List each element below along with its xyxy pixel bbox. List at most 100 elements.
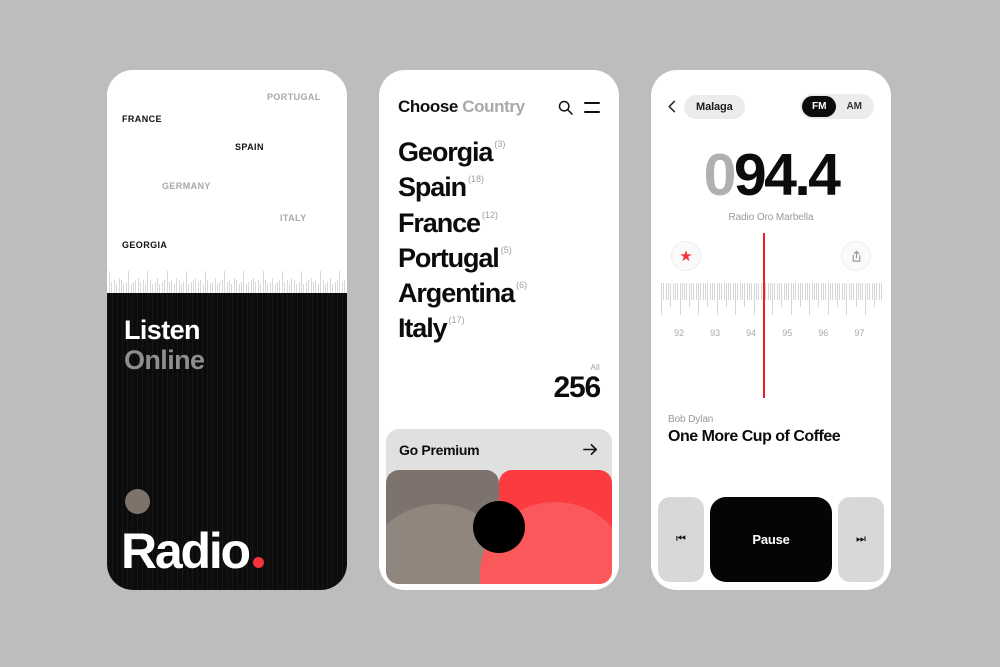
band-toggle[interactable]: FM AM [799,94,874,119]
chevron-left-icon[interactable] [665,99,680,114]
ruler-tick [315,280,317,293]
ruler-tick [125,282,127,293]
country-row[interactable]: Georgia (3) [398,135,600,169]
dial-labels: 92 93 94 95 96 97 [651,328,891,342]
tuner-needle[interactable] [762,233,765,398]
ruler-tick [229,280,230,293]
play-pause-button[interactable]: Pause [710,497,832,582]
ruler-tick [267,284,269,293]
dial-tick [878,283,880,300]
now-playing: Bob Dylan One More Cup of Coffee [651,414,891,446]
dial-label: 93 [710,328,721,338]
ruler-tick [274,284,276,293]
ruler-tick [272,278,274,293]
dial-tick [871,283,873,300]
phone-screen-player: Malaga FM AM 094.4 Radio Oro Marbella ★ 9… [651,70,891,590]
ruler-tick [193,280,194,293]
country-name: Spain [398,172,467,203]
ruler-tick [279,280,281,293]
dial-tick [737,283,739,300]
dial-tick [709,283,711,300]
ruler-tick [320,271,322,293]
dial-tick [679,283,681,315]
dial-tick [820,283,822,300]
dial-tick [677,283,679,300]
dial-tick [744,283,746,307]
map-label-spain[interactable]: SPAIN [235,142,264,152]
ruler-tick [130,284,132,293]
go-premium-artwork [386,470,612,584]
dial-tick [765,283,767,300]
ruler-tick [202,284,204,293]
dial-tick [707,283,709,307]
map-label-georgia[interactable]: GEORGIA [122,240,167,250]
next-button[interactable]: ⏭ [838,497,884,582]
dial-tick [802,283,804,300]
go-premium-header: Go Premium [386,429,612,470]
country-row[interactable]: Argentina (6) [398,276,600,310]
dial-tick [716,283,718,315]
dial-tick [843,283,845,300]
dial-label: 95 [782,328,793,338]
brand-dot-icon [252,557,264,568]
ruler-tick [171,280,173,293]
country-row[interactable]: Portugal (5) [398,241,600,275]
band-option-am[interactable]: AM [836,96,872,117]
dial-tick [811,283,813,300]
band-option-fm[interactable]: FM [801,96,837,117]
ruler-tick [233,278,235,293]
share-button[interactable] [841,241,871,271]
menu-icon[interactable] [584,101,600,113]
map-label-portugal[interactable]: PORTUGAL [267,92,321,102]
ruler-tick [250,280,252,293]
countries-header: Choose Country [379,70,619,117]
page-title: Choose Country [398,97,525,117]
ruler-tick [149,280,151,293]
ruler-tick [118,278,120,293]
dial-tick [714,283,716,300]
dial-label: 96 [818,328,829,338]
dial-tick [718,283,720,300]
frequency-main: 94.4 [733,142,841,208]
hero-headline: Listen Online [124,315,205,375]
ruler-tick [176,278,178,293]
dial-tick [700,283,702,300]
country-row[interactable]: France (12) [398,206,600,240]
ruler-tick [133,282,134,293]
country-name: Georgia [398,137,493,167]
ruler-tick [296,284,298,293]
ruler-tick [178,280,180,293]
map-label-france[interactable]: FRANCE [122,114,162,124]
ruler-tick [161,282,163,293]
dial-tick [735,283,737,315]
dial-tick [661,283,662,315]
tuner[interactable]: ★ 92 93 94 95 96 97 [651,233,891,408]
ruler-tick [221,280,223,293]
ruler-tick [157,278,158,293]
city-selector[interactable]: Malaga [684,94,745,119]
map-label-italy[interactable]: ITALY [280,213,307,223]
favorite-button[interactable]: ★ [671,241,701,271]
dial-tick [691,283,693,300]
country-map[interactable]: PORTUGAL FRANCE SPAIN GERMANY ITALY GEORGIA [107,70,347,265]
ruler-tick [135,280,137,293]
go-premium-card[interactable]: Go Premium [386,429,612,584]
ruler-tick [341,282,343,293]
arrow-right-icon[interactable] [582,441,599,458]
map-label-germany[interactable]: GERMANY [162,181,211,191]
dial-tick [681,283,683,300]
dial-tick [723,283,725,300]
ruler-tick [269,282,271,293]
ruler-tick [166,271,168,293]
frequency-leading-zero: 0 [703,142,737,208]
dial-tick [874,283,876,307]
country-row[interactable]: Spain (18) [398,170,600,204]
country-row[interactable]: Italy (17) [398,311,600,345]
dial-tick [698,283,700,315]
dial-tick [841,283,843,300]
ruler-tick [109,271,110,293]
ruler-tick [154,282,156,293]
dial-tick [663,283,665,300]
previous-button[interactable]: ⏮ [658,497,704,582]
search-icon[interactable] [558,100,573,115]
